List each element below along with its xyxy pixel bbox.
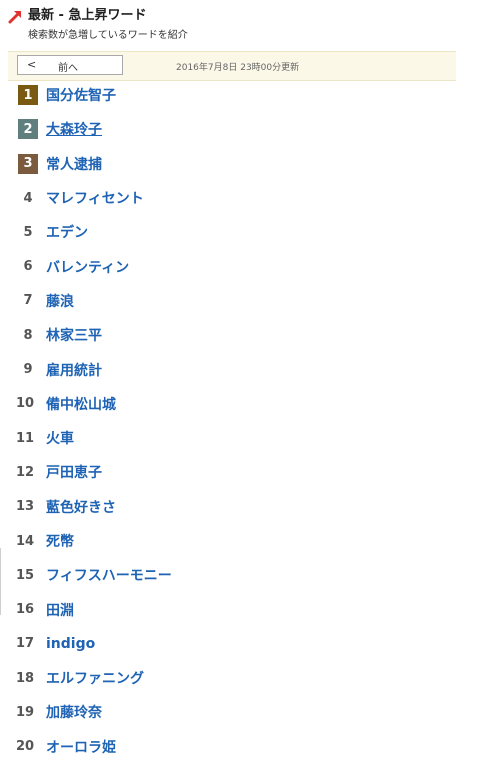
trend-arrow-icon bbox=[8, 8, 24, 24]
ranking-word-link[interactable]: マレフィセント bbox=[46, 188, 144, 208]
ranking-row: 18 エルファニング bbox=[0, 661, 480, 695]
title-row: 最新 - 急上昇ワード bbox=[8, 7, 478, 25]
ranking-word-link[interactable]: バレンティン bbox=[46, 257, 129, 277]
ranking-word-link[interactable]: 国分佐智子 bbox=[46, 85, 116, 105]
ranking-row: 20 オーロラ姫 bbox=[0, 730, 480, 764]
page-title: 最新 - 急上昇ワード bbox=[28, 8, 147, 23]
ranking-word-link[interactable]: 常人逮捕 bbox=[46, 154, 102, 174]
chevron-left-icon: < bbox=[27, 58, 37, 71]
rank-number: 17 bbox=[16, 636, 35, 652]
rank-number: 2 bbox=[18, 119, 38, 140]
ranking-row: 19 加藤玲奈 bbox=[0, 695, 480, 729]
ranking-row: 1 国分佐智子 bbox=[0, 78, 480, 112]
prev-button-label: 前へ bbox=[58, 63, 78, 74]
rank-number: 4 bbox=[23, 190, 33, 206]
ranking-row: 6 バレンティン bbox=[0, 249, 480, 283]
rank-number: 9 bbox=[23, 362, 33, 378]
ranking-list: 1 国分佐智子 2 大森玲子 3 常人逮捕 4 マレフィセント 5 エデン 6 バレンティン 7 藤浪 8 林… bbox=[0, 78, 480, 764]
rank-number: 8 bbox=[23, 327, 33, 343]
ranking-header: 最新 - 急上昇ワード 検索数が急増しているワードを紹介 bbox=[8, 7, 478, 47]
ranking-word-link[interactable]: 火車 bbox=[46, 428, 74, 448]
ranking-row: 2 大森玲子 bbox=[0, 112, 480, 146]
ranking-row: 12 戸田恵子 bbox=[0, 455, 480, 489]
ranking-word-link[interactable]: 田淵 bbox=[46, 600, 74, 620]
ranking-row: 14 死幣 bbox=[0, 524, 480, 558]
ranking-word-link[interactable]: 備中松山城 bbox=[46, 394, 116, 414]
ranking-word-link[interactable]: 加藤玲奈 bbox=[46, 702, 102, 722]
rank-number: 13 bbox=[16, 499, 35, 515]
page-subtitle: 検索数が急増しているワードを紹介 bbox=[28, 30, 188, 41]
ranking-row: 5 エデン bbox=[0, 215, 480, 249]
prev-button[interactable]: < 前へ bbox=[17, 55, 123, 75]
ranking-word-link[interactable]: 死幣 bbox=[46, 531, 74, 551]
ranking-word-link[interactable]: エデン bbox=[46, 222, 88, 242]
ranking-row: 8 林家三平 bbox=[0, 318, 480, 352]
rank-number: 20 bbox=[16, 739, 35, 755]
updated-timestamp: 2016年7月8日 23時00分更新 bbox=[176, 63, 300, 73]
ranking-row: 7 藤浪 bbox=[0, 284, 480, 318]
rank-number: 11 bbox=[16, 430, 35, 446]
ranking-row: 10 備中松山城 bbox=[0, 387, 480, 421]
rank-number: 18 bbox=[16, 670, 35, 686]
ranking-row: 4 マレフィセント bbox=[0, 181, 480, 215]
rank-number: 6 bbox=[23, 259, 33, 275]
ranking-row: 9 雇用統計 bbox=[0, 352, 480, 386]
ranking-word-link[interactable]: フィフスハーモニー bbox=[46, 565, 172, 585]
ranking-word-link[interactable]: 林家三平 bbox=[46, 325, 102, 345]
rank-number: 12 bbox=[16, 464, 35, 480]
ranking-word-link[interactable]: オーロラ姫 bbox=[46, 737, 116, 757]
rank-number: 10 bbox=[16, 396, 35, 412]
ranking-word-link[interactable]: エルファニング bbox=[46, 668, 144, 688]
ranking-row: 3 常人逮捕 bbox=[0, 147, 480, 181]
rank-number: 15 bbox=[16, 567, 35, 583]
ranking-row: 17 indigo bbox=[0, 627, 480, 661]
ranking-word-link[interactable]: 大森玲子 bbox=[46, 119, 102, 139]
rank-number: 1 bbox=[18, 85, 38, 106]
ranking-row: 15 フィフスハーモニー bbox=[0, 558, 480, 592]
ranking-word-link[interactable]: 雇用統計 bbox=[46, 360, 102, 380]
ranking-word-link[interactable]: indigo bbox=[46, 636, 95, 652]
ranking-navbar: < 前へ 2016年7月8日 23時00分更新 bbox=[8, 51, 456, 81]
ranking-word-link[interactable]: 藤浪 bbox=[46, 291, 74, 311]
ranking-row: 11 火車 bbox=[0, 421, 480, 455]
ranking-row: 13 藍色好きさ bbox=[0, 490, 480, 524]
rank-number: 14 bbox=[16, 533, 35, 549]
rank-number: 19 bbox=[16, 704, 35, 720]
rank-number: 16 bbox=[16, 602, 35, 618]
ranking-word-link[interactable]: 藍色好きさ bbox=[46, 497, 116, 517]
rank-number: 3 bbox=[18, 153, 38, 174]
ranking-row: 16 田淵 bbox=[0, 592, 480, 626]
rank-number: 5 bbox=[23, 224, 33, 240]
ranking-word-link[interactable]: 戸田恵子 bbox=[46, 462, 102, 482]
rank-number: 7 bbox=[23, 293, 33, 309]
